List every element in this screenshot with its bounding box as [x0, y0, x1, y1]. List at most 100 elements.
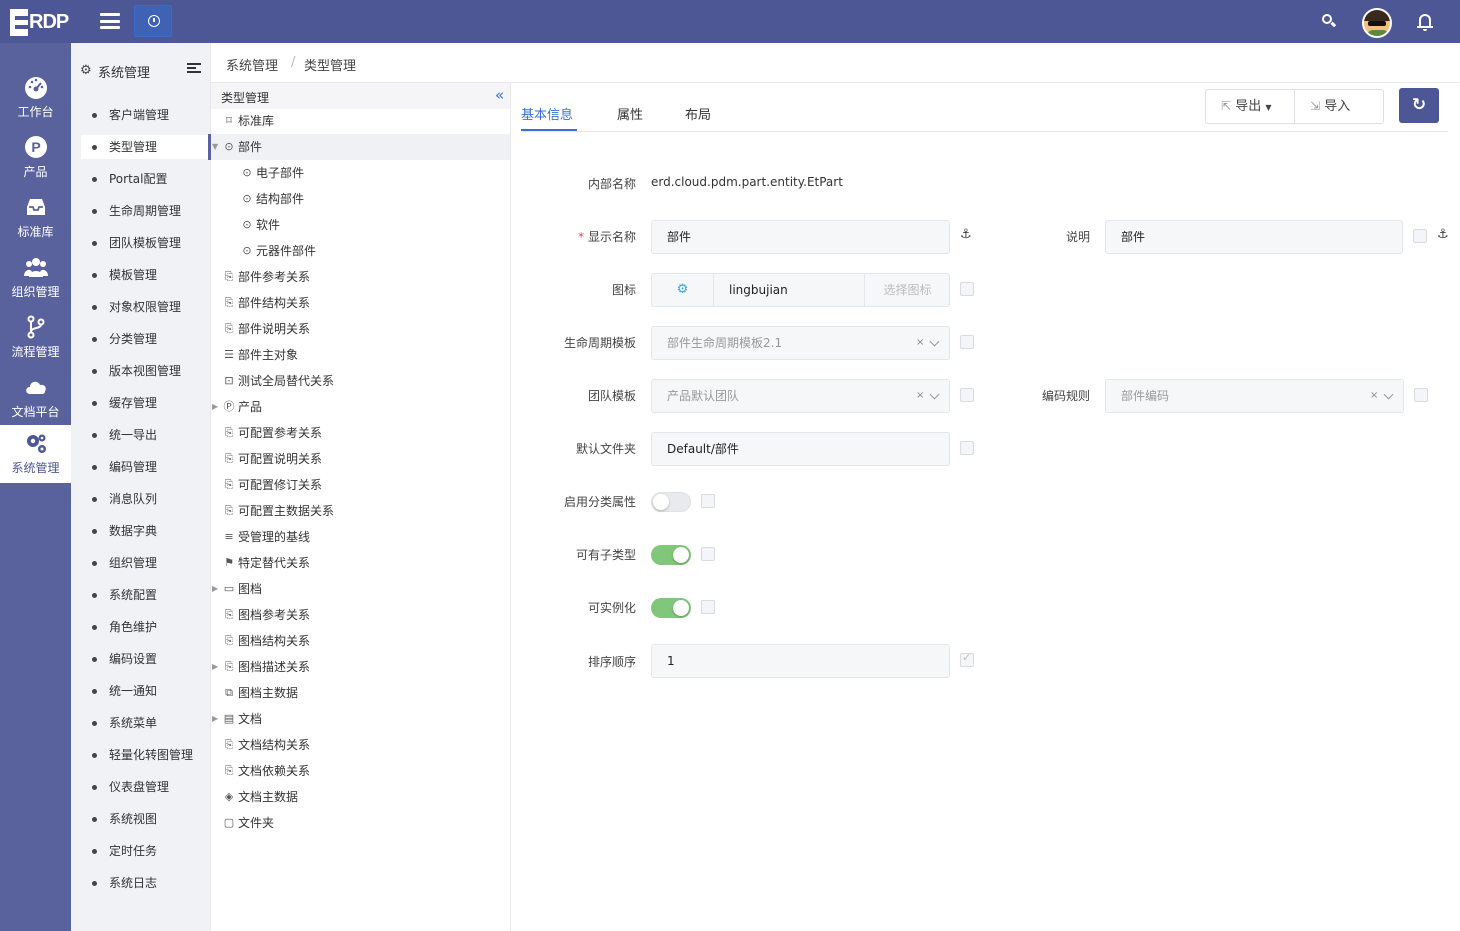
menu-item[interactable]: 系统视图	[81, 807, 208, 831]
tree-node[interactable]: ≡ 受管理的基线	[211, 524, 510, 550]
tree-node[interactable]: ▢ 文件夹	[211, 810, 510, 836]
tree-node[interactable]: ⊙ 电子部件	[211, 160, 510, 186]
caret-right-icon[interactable]: ▶	[212, 394, 218, 420]
subtype-checkbox[interactable]	[701, 547, 715, 561]
tree-node[interactable]: ⚑ 特定替代关系	[211, 550, 510, 576]
refresh-button[interactable]: ↻	[1399, 88, 1439, 123]
clear-icon[interactable]: ×	[916, 390, 924, 401]
info-button[interactable]	[134, 5, 172, 37]
menu-item[interactable]: 角色维护	[81, 615, 208, 639]
team-checkbox[interactable]	[960, 388, 974, 402]
menu-item[interactable]: 缓存管理	[81, 391, 208, 415]
menu-item[interactable]: Portal配置	[81, 167, 208, 191]
menu-item[interactable]: 统一通知	[81, 679, 208, 703]
subtype-toggle[interactable]	[651, 545, 691, 565]
search-icon[interactable]	[1322, 14, 1337, 28]
tree-node[interactable]: ⎘ 可配置说明关系	[211, 446, 510, 472]
tree-node[interactable]: ◈ 文档主数据	[211, 784, 510, 810]
rail-item-organization[interactable]: 组织管理	[0, 249, 71, 307]
rail-item-document-platform[interactable]: 文档平台	[0, 369, 71, 427]
tree-node[interactable]: ⎘ 可配置修订关系	[211, 472, 510, 498]
breadcrumb-root[interactable]: 系统管理	[226, 55, 278, 74]
sort-order-checkbox[interactable]	[960, 651, 974, 667]
menu-item[interactable]: 类型管理	[81, 135, 211, 159]
classify-checkbox[interactable]	[701, 494, 715, 508]
tree-node[interactable]: ⎘ 图档参考关系	[211, 602, 510, 628]
menu-item[interactable]: 系统日志	[81, 871, 208, 895]
description-input[interactable]: 部件	[1105, 220, 1403, 254]
code-rule-checkbox[interactable]	[1414, 388, 1428, 402]
tree-node[interactable]: ▶ Ⓟ 产品	[211, 394, 510, 420]
tree-node[interactable]: ☰ 部件主对象	[211, 342, 510, 368]
clear-icon[interactable]: ×	[916, 337, 924, 348]
app-logo[interactable]: RDP	[10, 9, 70, 36]
user-avatar[interactable]	[1362, 8, 1392, 38]
rail-item-product[interactable]: P 产品	[0, 129, 71, 187]
tree-node[interactable]: ⌑ 标准库	[211, 108, 510, 134]
rail-item-system-management[interactable]: 系统管理	[0, 425, 71, 483]
tree-node[interactable]: ▶ ▤ 文档	[211, 706, 510, 732]
instantiable-toggle[interactable]	[651, 598, 691, 618]
menu-item[interactable]: 系统菜单	[81, 711, 208, 735]
menu-item[interactable]: 定时任务	[81, 839, 208, 863]
menu-item[interactable]: 分类管理	[81, 327, 208, 351]
menu-item[interactable]: 组织管理	[81, 551, 208, 575]
lifecycle-select[interactable]: 部件生命周期模板2.1	[651, 326, 950, 360]
menu-item[interactable]: 统一导出	[81, 423, 208, 447]
menu-item[interactable]: 编码设置	[81, 647, 208, 671]
tree-node[interactable]: ⎘ 文档依赖关系	[211, 758, 510, 784]
anchor-icon[interactable]: ⚓	[1437, 227, 1449, 242]
instantiable-checkbox[interactable]	[701, 600, 715, 614]
rail-item-workflow[interactable]: 流程管理	[0, 309, 71, 367]
tree-node[interactable]: ▶ ▭ 图档	[211, 576, 510, 602]
import-button[interactable]: ⇲ 导入	[1310, 90, 1380, 123]
menu-item[interactable]: 系统配置	[81, 583, 208, 607]
tree-node[interactable]: ▶ ⎘ 图档描述关系	[211, 654, 510, 680]
tree-node[interactable]: ⊙ 元器件部件	[211, 238, 510, 264]
tree-node[interactable]: ⊙ 软件	[211, 212, 510, 238]
folder-checkbox[interactable]	[960, 441, 974, 455]
menu-item[interactable]: 数据字典	[81, 519, 208, 543]
caret-right-icon[interactable]: ▶	[212, 706, 218, 732]
rail-item-standard-library[interactable]: 标准库	[0, 189, 71, 247]
tree-node[interactable]: ⎘ 部件参考关系	[211, 264, 510, 290]
tab-attributes[interactable]: 属性	[617, 104, 643, 123]
tree-node[interactable]: ▼ ⊙ 部件	[208, 134, 510, 160]
caret-right-icon[interactable]: ▶	[212, 654, 218, 680]
tree-node[interactable]: ⎘ 部件说明关系	[211, 316, 510, 342]
tree-node[interactable]: ⎘ 图档结构关系	[211, 628, 510, 654]
bell-icon[interactable]	[1417, 13, 1433, 31]
team-select[interactable]: 产品默认团队	[651, 379, 950, 413]
icon-checkbox[interactable]	[960, 282, 974, 296]
classify-toggle[interactable]	[651, 492, 691, 512]
collapse-tree-icon[interactable]: «	[495, 86, 504, 104]
description-checkbox[interactable]	[1413, 229, 1427, 243]
menu-item[interactable]: 团队模板管理	[81, 231, 208, 255]
tab-layout[interactable]: 布局	[685, 104, 711, 123]
caret-down-icon[interactable]: ▼	[212, 134, 218, 160]
menu-item[interactable]: 对象权限管理	[81, 295, 208, 319]
rail-item-workbench[interactable]: 工作台	[0, 69, 71, 127]
anchor-icon[interactable]: ⚓	[960, 227, 972, 242]
code-rule-select[interactable]: 部件编码	[1105, 379, 1404, 413]
tab-basic-info[interactable]: 基本信息	[521, 104, 573, 123]
menu-item[interactable]: 编码管理	[81, 455, 208, 479]
tree-node[interactable]: ⎘ 可配置参考关系	[211, 420, 510, 446]
tree-node[interactable]: ⊙ 结构部件	[211, 186, 510, 212]
tree-node[interactable]: ⊡ 测试全局替代关系	[211, 368, 510, 394]
default-folder-input[interactable]: Default/部件	[651, 432, 950, 466]
tree-node[interactable]: ⎘ 文档结构关系	[211, 732, 510, 758]
menu-item[interactable]: 客户端管理	[81, 103, 208, 127]
menu-item[interactable]: 消息队列	[81, 487, 208, 511]
menu-item[interactable]: 轻量化转图管理	[81, 743, 208, 767]
menu-item[interactable]: 仪表盘管理	[81, 775, 208, 799]
collapse-menu-icon[interactable]	[187, 63, 201, 73]
tree-node[interactable]: ⧉ 图档主数据	[211, 680, 510, 706]
hamburger-menu-icon[interactable]	[100, 13, 120, 29]
clear-icon[interactable]: ×	[1370, 390, 1378, 401]
tree-node[interactable]: ⎘ 部件结构关系	[211, 290, 510, 316]
menu-item[interactable]: 模板管理	[81, 263, 208, 287]
caret-right-icon[interactable]: ▶	[212, 576, 218, 602]
tree-node[interactable]: ⎘ 可配置主数据关系	[211, 498, 510, 524]
choose-icon-button[interactable]: 选择图标	[864, 274, 950, 306]
